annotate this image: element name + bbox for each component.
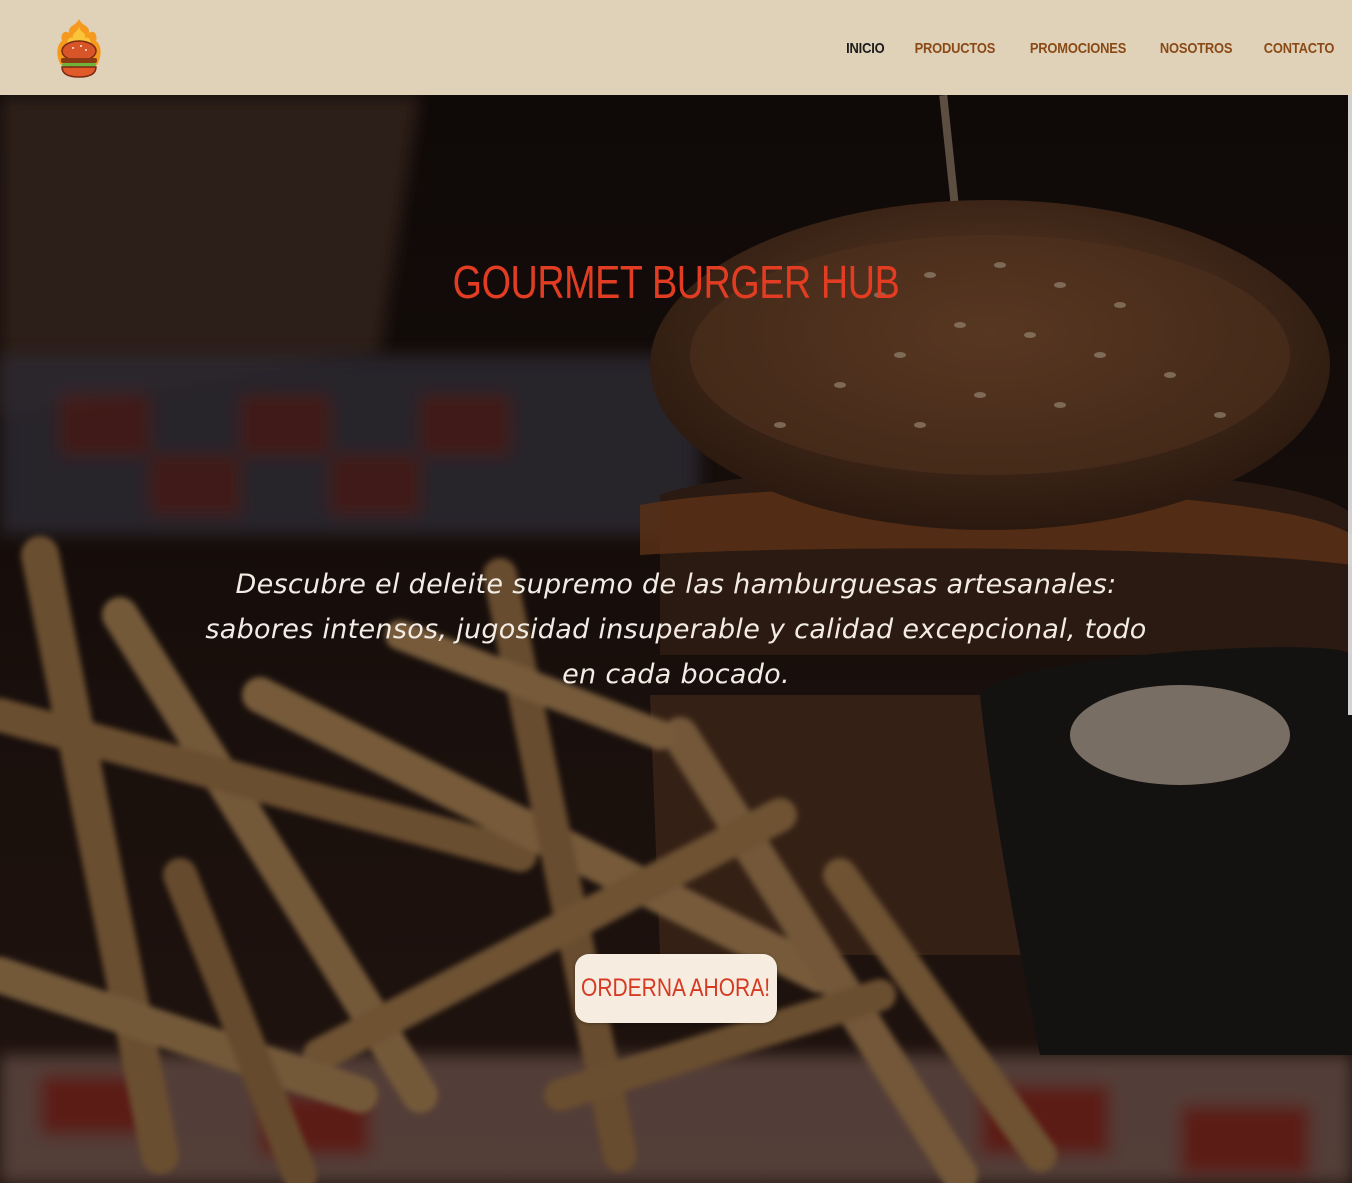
scrollbar[interactable] [1348,95,1352,715]
main-nav: INICIO PRODUCTOS PROMOCIONES NOSOTROS CO… [843,40,1340,57]
nav-inicio[interactable]: INICIO [846,40,885,57]
order-now-label: ORDERNA AHORA! [581,974,771,1002]
flaming-burger-logo-icon[interactable] [50,17,108,79]
hero-title: GOURMET BURGER HUB [452,256,900,308]
nav-contacto[interactable]: CONTACTO [1264,40,1335,57]
nav-promociones[interactable]: PROMOCIONES [1030,40,1126,57]
order-now-button[interactable]: ORDERNA AHORA! [575,954,777,1023]
hero-section: GOURMET BURGER HUB Descubre el deleite s… [0,95,1352,1183]
hero-description: Descubre el deleite supremo de las hambu… [205,569,1147,690]
nav-productos[interactable]: PRODUCTOS [915,40,996,57]
site-header: INICIO PRODUCTOS PROMOCIONES NOSOTROS CO… [0,0,1352,95]
nav-nosotros[interactable]: NOSOTROS [1160,40,1233,57]
